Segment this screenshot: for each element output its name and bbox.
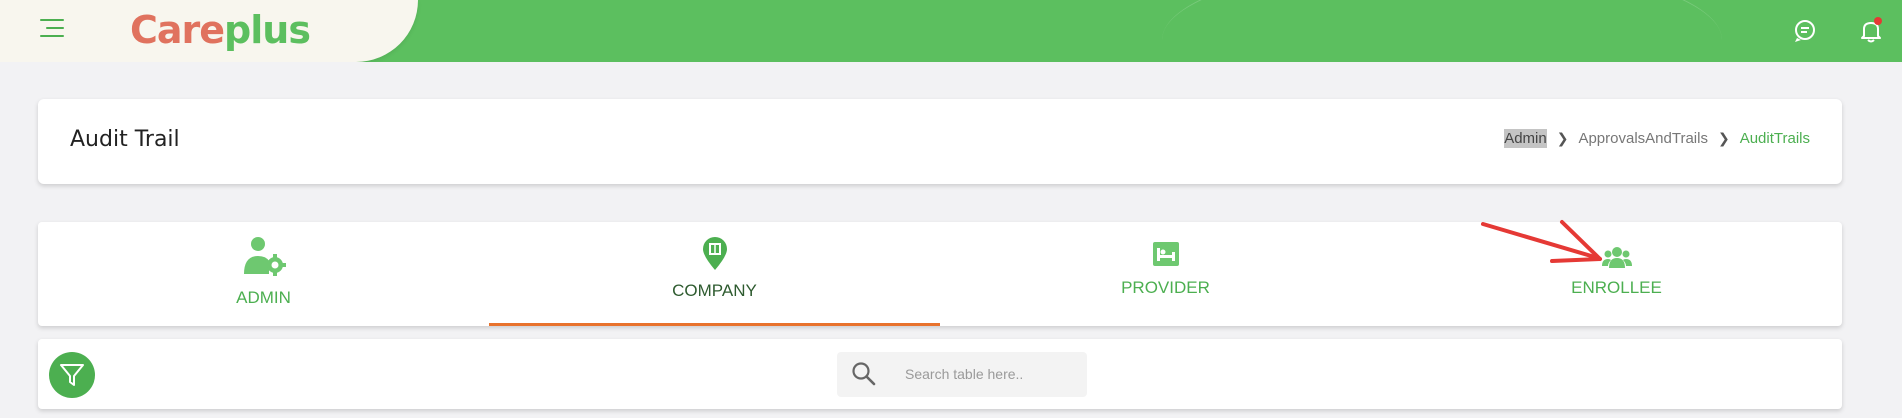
- hospital-bed-icon: [1152, 242, 1179, 271]
- page-title: Audit Trail: [70, 127, 180, 152]
- active-tab-indicator: [489, 323, 940, 326]
- tab-admin-label: ADMIN: [236, 288, 291, 307]
- breadcrumb-admin[interactable]: Admin: [1504, 129, 1547, 148]
- breadcrumb-audit-trails: AuditTrails: [1739, 130, 1810, 147]
- tab-enrollee-label: ENROLLEE: [1571, 278, 1662, 297]
- search-icon: [851, 361, 877, 392]
- tab-admin[interactable]: ADMIN: [38, 222, 489, 326]
- tab-enrollee[interactable]: ENROLLEE: [1391, 222, 1842, 326]
- user-gear-icon: [242, 236, 286, 281]
- menu-toggle-icon[interactable]: [40, 19, 64, 41]
- search-box: [837, 352, 1087, 397]
- page-header-card: Audit Trail Admin ❯ ApprovalsAndTrails ❯…: [38, 99, 1842, 184]
- search-input[interactable]: [905, 360, 1075, 388]
- table-toolbar: [38, 339, 1842, 409]
- chat-icon[interactable]: [1792, 18, 1818, 44]
- careplus-logo[interactable]: Careplus: [130, 6, 311, 54]
- tab-provider[interactable]: PROVIDER: [940, 222, 1391, 326]
- notification-bell-icon[interactable]: [1858, 17, 1884, 44]
- filter-icon: [60, 364, 84, 386]
- notification-dot: [1874, 17, 1882, 25]
- chevron-right-icon: ❯: [1717, 130, 1730, 146]
- breadcrumb: Admin ❯ ApprovalsAndTrails ❯ AuditTrails: [1504, 129, 1810, 148]
- logo-area: Careplus: [0, 0, 418, 62]
- decorative-swoosh: [1162, 0, 1722, 62]
- tab-company-label: COMPANY: [672, 281, 757, 300]
- chevron-right-icon: ❯: [1556, 130, 1569, 146]
- users-icon: [1601, 246, 1632, 273]
- top-bar: Careplus: [0, 0, 1902, 62]
- location-pin-icon: [702, 237, 728, 276]
- breadcrumb-approvals[interactable]: ApprovalsAndTrails: [1578, 130, 1708, 147]
- filter-button[interactable]: [49, 352, 95, 398]
- entity-tabs: ADMIN COMPANY PROVIDER ENROLLEE: [38, 222, 1842, 326]
- tab-company[interactable]: COMPANY: [489, 222, 940, 326]
- tab-provider-label: PROVIDER: [1121, 278, 1210, 297]
